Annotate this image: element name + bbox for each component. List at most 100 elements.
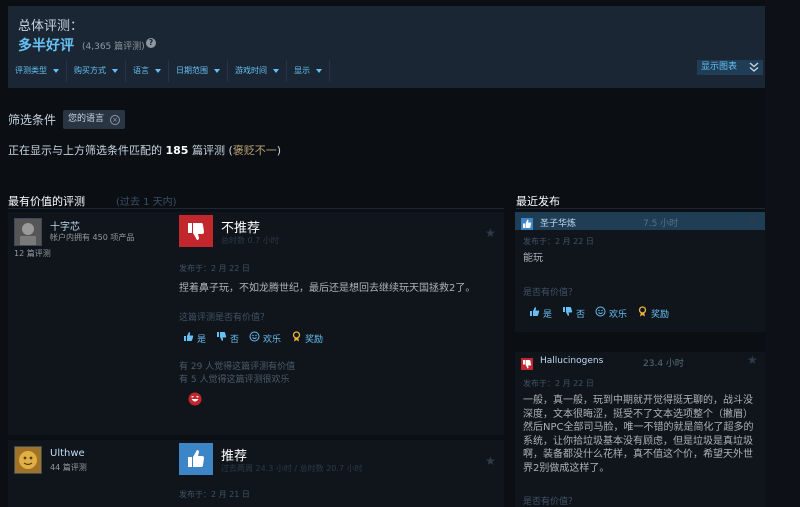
showing-count: 185 (165, 144, 189, 157)
filter-label: 显示 (294, 66, 310, 75)
filter-review-type[interactable]: 评测类型 (8, 60, 67, 82)
vote-funny-label: 欢乐 (609, 309, 628, 320)
filter-chip-your-language[interactable]: 您的语言 × (63, 110, 126, 129)
filter-purchase-type[interactable]: 购买方式 (67, 60, 126, 82)
vote-yes-label: 是 (543, 309, 553, 320)
showing-unit: 篇评测 ( (191, 144, 233, 157)
most-helpful-period: (过去 1 天内) (116, 197, 177, 208)
close-icon[interactable]: × (110, 114, 121, 125)
showing-prefix: 正在显示与上方筛选条件匹配的 (8, 144, 162, 157)
recent-review-card: Hallucinogens 23.4 小时 ★ 发布于：2 月 22 日 一般，… (515, 352, 765, 507)
recent-posted-date: 发布于：2 月 22 日 (523, 237, 594, 246)
award-icon (637, 306, 648, 320)
vote-funny-label: 欢乐 (263, 334, 282, 345)
thumbs-down-icon (521, 355, 533, 374)
filter-label: 游戏时间 (235, 66, 267, 75)
author-review-count[interactable]: 44 篇评测 (50, 462, 87, 473)
helpful-question: 这篇评测是否有价值？ (179, 313, 270, 323)
mixed-rating-link[interactable]: 褒贬不一 (233, 144, 277, 157)
dropdown-arrow-icon (273, 69, 279, 73)
thumbs-down-icon (216, 331, 227, 345)
author-review-count[interactable]: 12 篇评测 (14, 248, 51, 259)
vote-no-button[interactable]: 否 (216, 331, 239, 345)
most-helpful-heading: 最有价值的评测 (8, 195, 85, 208)
star-icon[interactable]: ★ (747, 213, 758, 227)
filter-language[interactable]: 语言 (126, 60, 169, 82)
star-icon[interactable]: ★ (485, 226, 496, 240)
show-graph-label: 显示图表 (701, 62, 738, 72)
author-name[interactable]: 十字芯 (50, 218, 80, 233)
divider (516, 208, 765, 209)
review-posted-date: 发布于：2 月 21 日 (179, 490, 250, 499)
filter-display[interactable]: 显示 (287, 60, 330, 82)
smiley-icon (249, 331, 260, 345)
showing-suffix: ) (276, 144, 282, 157)
help-icon[interactable]: ? (146, 38, 156, 48)
review-card: 十字芯 帐户内拥有 450 项产品 12 篇评测 不推荐 总时数 0.7 小时 … (8, 212, 504, 435)
helpful-question: 是否有价值？ (523, 288, 578, 298)
recent-review-text: 能玩 (523, 253, 543, 264)
star-icon[interactable]: ★ (747, 353, 758, 367)
review-verdict: 推荐 (221, 449, 248, 464)
filter-playtime[interactable]: 游戏时间 (228, 60, 287, 82)
thumbs-up-icon (179, 443, 213, 475)
helpful-question: 是否有价值？ (523, 497, 578, 507)
recent-playtime: 23.4 小时 (643, 359, 684, 369)
vote-funny-button[interactable]: 欢乐 (595, 306, 627, 320)
award-icon (291, 331, 302, 345)
vote-yes-label: 是 (197, 334, 207, 345)
showing-count-text: 正在显示与上方筛选条件匹配的 185 篇评测 (褒贬不一) (8, 142, 281, 158)
filter-label: 购买方式 (74, 66, 106, 75)
vote-funny-button[interactable]: 欢乐 (249, 331, 281, 345)
overall-review-count: (4,365 篇评测) (82, 42, 145, 52)
award-button[interactable]: 奖励 (291, 331, 323, 345)
review-filter-bar: 评测类型 购买方式 语言 日期范围 游戏时间 显示 (8, 60, 330, 82)
author-name[interactable]: Ulthwe (50, 448, 85, 459)
recent-posted-date: 发布于：2 月 22 日 (523, 379, 594, 388)
recent-review-header: 圣子华炼 7.5 小时 ★ (515, 212, 765, 230)
review-vote-buttons: 是 否 欢乐 奖励 (183, 331, 323, 345)
dropdown-arrow-icon (53, 69, 59, 73)
filter-label: 评测类型 (15, 66, 47, 75)
review-posted-date: 发布于：2 月 22 日 (179, 264, 250, 273)
vote-no-button[interactable]: 否 (562, 306, 585, 320)
dropdown-arrow-icon (214, 69, 220, 73)
award-button[interactable]: 奖励 (637, 306, 669, 320)
show-graph-button[interactable]: 显示图表 (697, 60, 763, 75)
dropdown-arrow-icon (316, 69, 322, 73)
award-label: 奖励 (651, 309, 670, 320)
review-playtime: 总时数 0.7 小时 (221, 236, 279, 245)
avatar[interactable] (14, 446, 42, 474)
filter-conditions-label: 筛选条件 (8, 113, 57, 127)
found-funny-text: 有 5 人觉得这篇评测很欢乐 (179, 375, 290, 385)
thumbs-down-icon (179, 215, 213, 247)
review-text: 捏着鼻子玩，不如龙腾世纪，最后还是想回去继续玩天国拯救2了。 (179, 283, 476, 294)
recent-author-name[interactable]: Hallucinogens (540, 356, 603, 366)
author-products: 帐户内拥有 450 项产品 (50, 233, 135, 242)
filter-label: 日期范围 (176, 66, 208, 75)
thumbs-up-icon (529, 306, 540, 320)
review-card: Ulthwe 44 篇评测 推荐 过去两周 24.3 小时 / 总时数 20.7… (8, 440, 504, 507)
overall-score[interactable]: 多半好评 (18, 35, 74, 55)
award-label: 奖励 (305, 334, 324, 345)
smiley-icon (595, 306, 606, 320)
page-side-background (765, 0, 800, 507)
review-playtime: 过去两周 24.3 小时 / 总时数 20.7 小时 (221, 464, 363, 473)
vote-yes-button[interactable]: 是 (529, 306, 552, 320)
review-verdict: 不推荐 (221, 221, 261, 236)
recent-author-name[interactable]: 圣子华炼 (540, 216, 576, 229)
divider (8, 208, 504, 209)
thumbs-up-icon (183, 331, 194, 345)
avatar[interactable] (14, 218, 42, 246)
dropdown-arrow-icon (112, 69, 118, 73)
recent-heading: 最近发布 (516, 195, 560, 208)
vote-no-label: 否 (576, 309, 586, 320)
thumbs-up-icon (521, 215, 533, 234)
recent-vote-buttons: 是 否 欢乐 奖励 (529, 306, 669, 320)
overall-reviews-label: 总体评测： (18, 19, 84, 34)
filter-label: 语言 (133, 66, 149, 75)
thumbs-down-icon (562, 306, 573, 320)
filter-date-range[interactable]: 日期范围 (169, 60, 228, 82)
vote-yes-button[interactable]: 是 (183, 331, 206, 345)
star-icon[interactable]: ★ (485, 454, 496, 468)
